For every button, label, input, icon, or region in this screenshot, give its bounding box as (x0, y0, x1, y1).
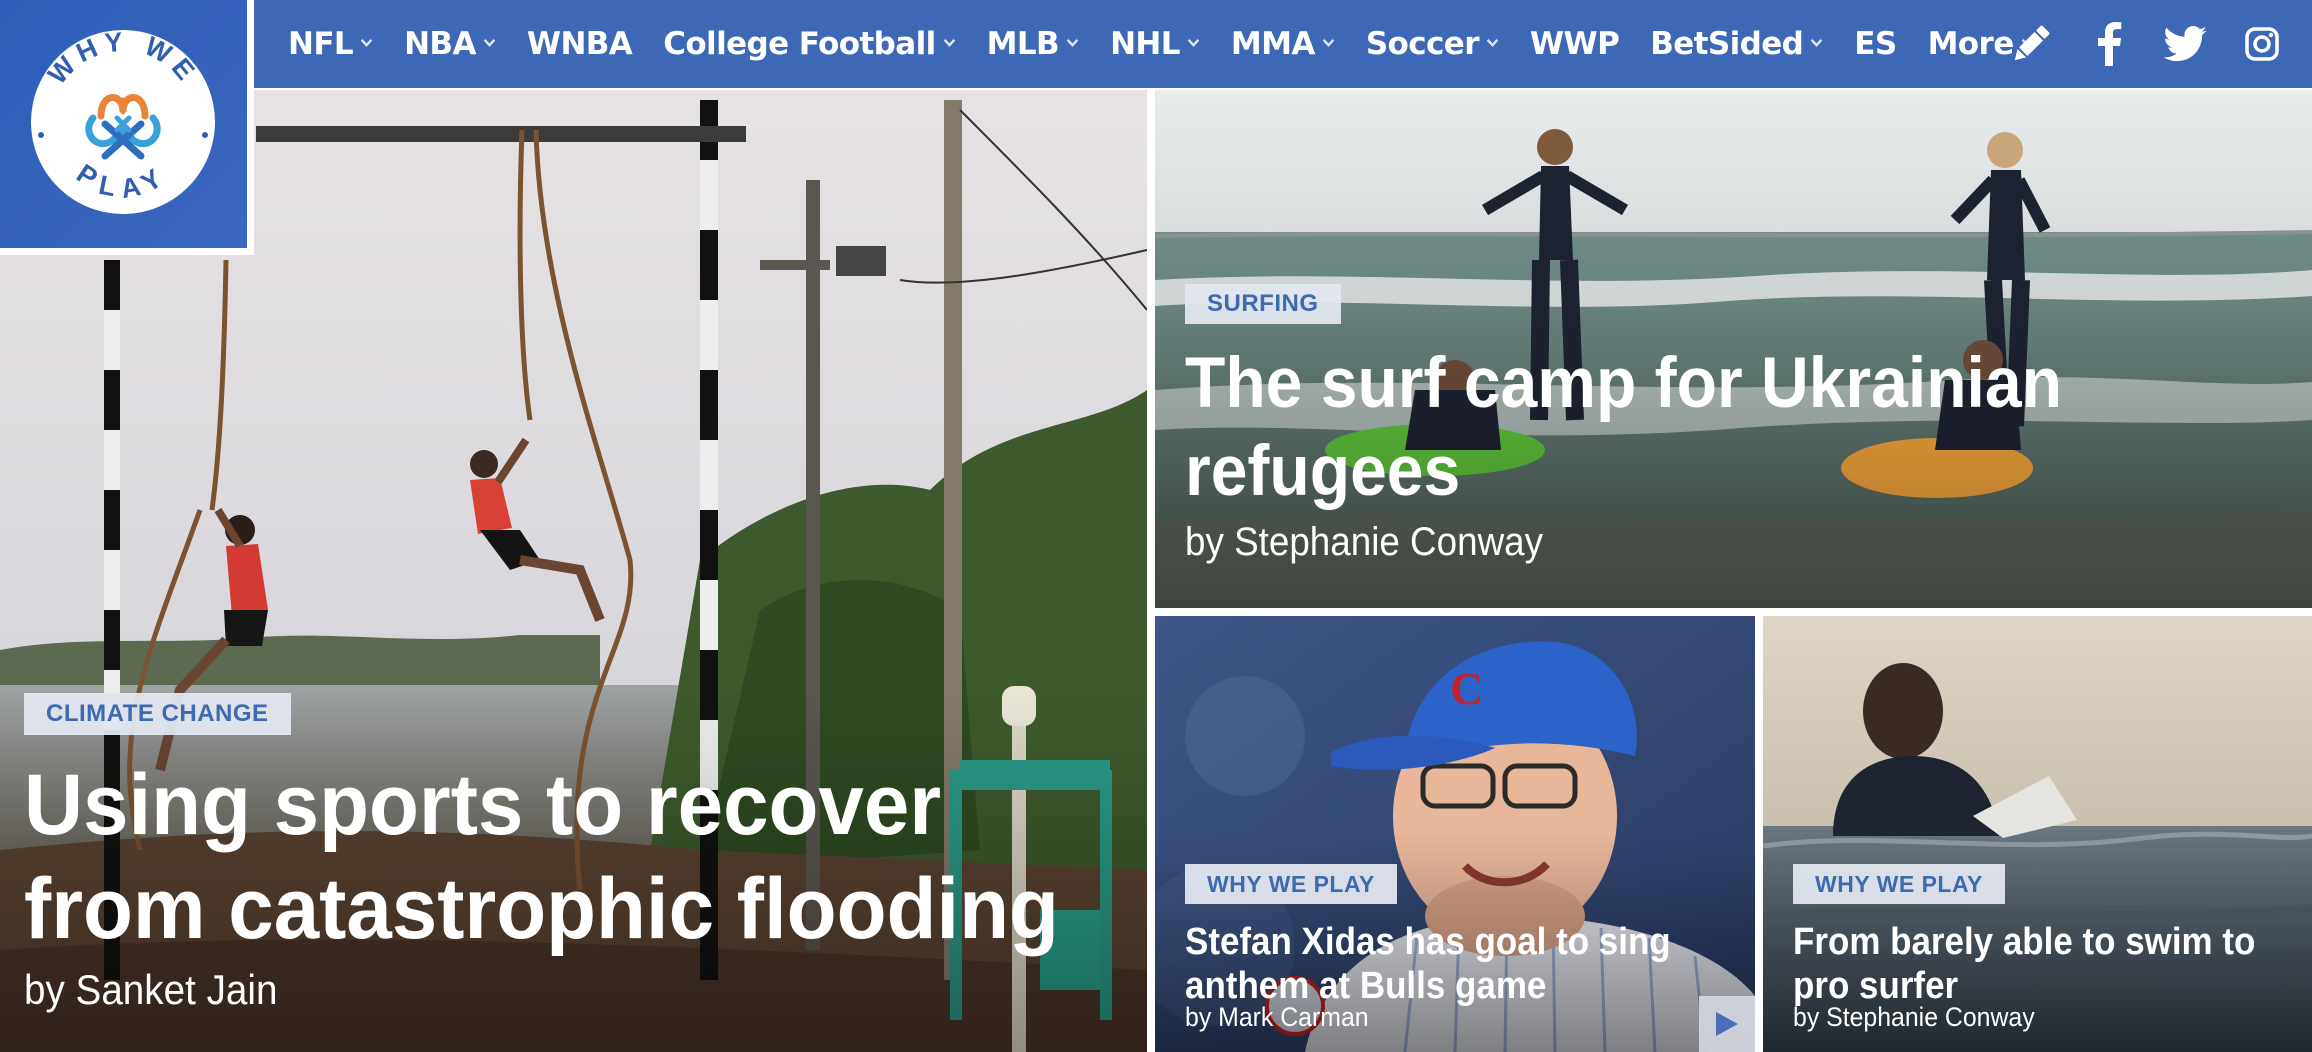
story-tag[interactable]: WHY WE PLAY (1793, 864, 2005, 904)
nav-item-label: WNBA (526, 26, 633, 62)
story-card-stefan-xidas[interactable]: C WHY WE PLAY Stefan Xidas has goal to s… (1155, 616, 1755, 1052)
pencil-icon[interactable] (2004, 17, 2058, 71)
chevron-down-icon (360, 38, 373, 47)
story-card-surf-camp[interactable]: SURFING The surf camp for Ukrainian refu… (1155, 90, 2312, 608)
nav-item-label: Soccer (1365, 26, 1480, 62)
story-headline[interactable]: From barely able to swim to pro surfer (1793, 920, 2255, 1008)
nav-item-label: MLB (986, 26, 1060, 62)
instagram-icon[interactable] (2235, 17, 2289, 71)
story-byline[interactable]: by Sanket Jain (24, 966, 277, 1014)
story-card-pro-surfer[interactable]: WHY WE PLAY From barely able to swim to … (1763, 616, 2312, 1052)
play-icon (1716, 1012, 1738, 1036)
headline-line: Stefan Xidas has goal to sing (1185, 921, 1671, 963)
story-headline[interactable]: Using sports to recover from catastrophi… (24, 753, 1059, 961)
story-byline[interactable]: by Mark Carman (1185, 1002, 1369, 1033)
nav-item-nhl[interactable]: NHL (1110, 0, 1200, 88)
nav-item-betsided[interactable]: BetSided (1650, 0, 1823, 88)
nav-item-wnba[interactable]: WNBA (526, 0, 633, 88)
story-tag[interactable]: SURFING (1185, 284, 1341, 324)
nav-item-label: More (1927, 26, 2015, 62)
twitter-icon[interactable] (2158, 17, 2212, 71)
chevron-down-icon (483, 38, 496, 47)
nav-item-label: MMA (1230, 26, 1315, 62)
nav-item-label: BetSided (1650, 26, 1804, 62)
headline-line: refugees (1185, 432, 1461, 511)
nav-item-label: NBA (404, 26, 476, 62)
nav-item-college-football[interactable]: College Football (663, 0, 955, 88)
nav-item-label: College Football (663, 26, 936, 62)
story-headline[interactable]: The surf camp for Ukrainian refugees (1185, 340, 2062, 516)
chevron-down-icon (1810, 38, 1823, 47)
nav-item-nba[interactable]: NBA (404, 0, 496, 88)
nav-item-label: NHL (1110, 26, 1180, 62)
chevron-down-icon (1066, 38, 1079, 47)
story-tag[interactable]: CLIMATE CHANGE (24, 693, 291, 735)
svg-text:C: C (1450, 663, 1483, 714)
headline-line: from catastrophic flooding (24, 861, 1059, 957)
story-byline[interactable]: by Stephanie Conway (1185, 520, 1543, 565)
social-links (2004, 0, 2312, 88)
nav-item-label: WWP (1529, 26, 1620, 62)
nav-item-wwp[interactable]: WWP (1529, 0, 1620, 88)
chevron-down-icon (1486, 38, 1499, 47)
story-byline[interactable]: by Stephanie Conway (1793, 1002, 2035, 1033)
nav-item-soccer[interactable]: Soccer (1366, 0, 1499, 88)
headline-line: The surf camp for Ukrainian (1185, 344, 2062, 423)
nav-item-label: NFL (288, 26, 354, 62)
facebook-icon[interactable] (2081, 17, 2135, 71)
headline-line: Using sports to recover (24, 757, 942, 853)
chevron-down-icon (1187, 38, 1200, 47)
nav-item-label: ES (1854, 26, 1897, 62)
nav-item-nfl[interactable]: NFL (288, 0, 373, 88)
top-nav-bar: NFL NBA WNBA College Football MLB NHL MMA Socce… (254, 0, 2312, 88)
nav-item-mlb[interactable]: MLB (987, 0, 1079, 88)
nav-item-mma[interactable]: MMA (1231, 0, 1335, 88)
chevron-down-icon (943, 38, 955, 47)
story-tag[interactable]: WHY WE PLAY (1185, 864, 1397, 904)
main-nav: NFL NBA WNBA College Football MLB NHL MMA Socce… (254, 0, 2065, 88)
chevron-down-icon (1322, 38, 1335, 47)
play-video-button[interactable] (1699, 996, 1755, 1052)
headline-line: From barely able to swim to (1793, 921, 2256, 963)
story-headline[interactable]: Stefan Xidas has goal to sing anthem at … (1185, 920, 1671, 1008)
nav-item-es[interactable]: ES (1854, 0, 1897, 88)
site-logo[interactable]: WHY WE PLAY (0, 0, 254, 255)
